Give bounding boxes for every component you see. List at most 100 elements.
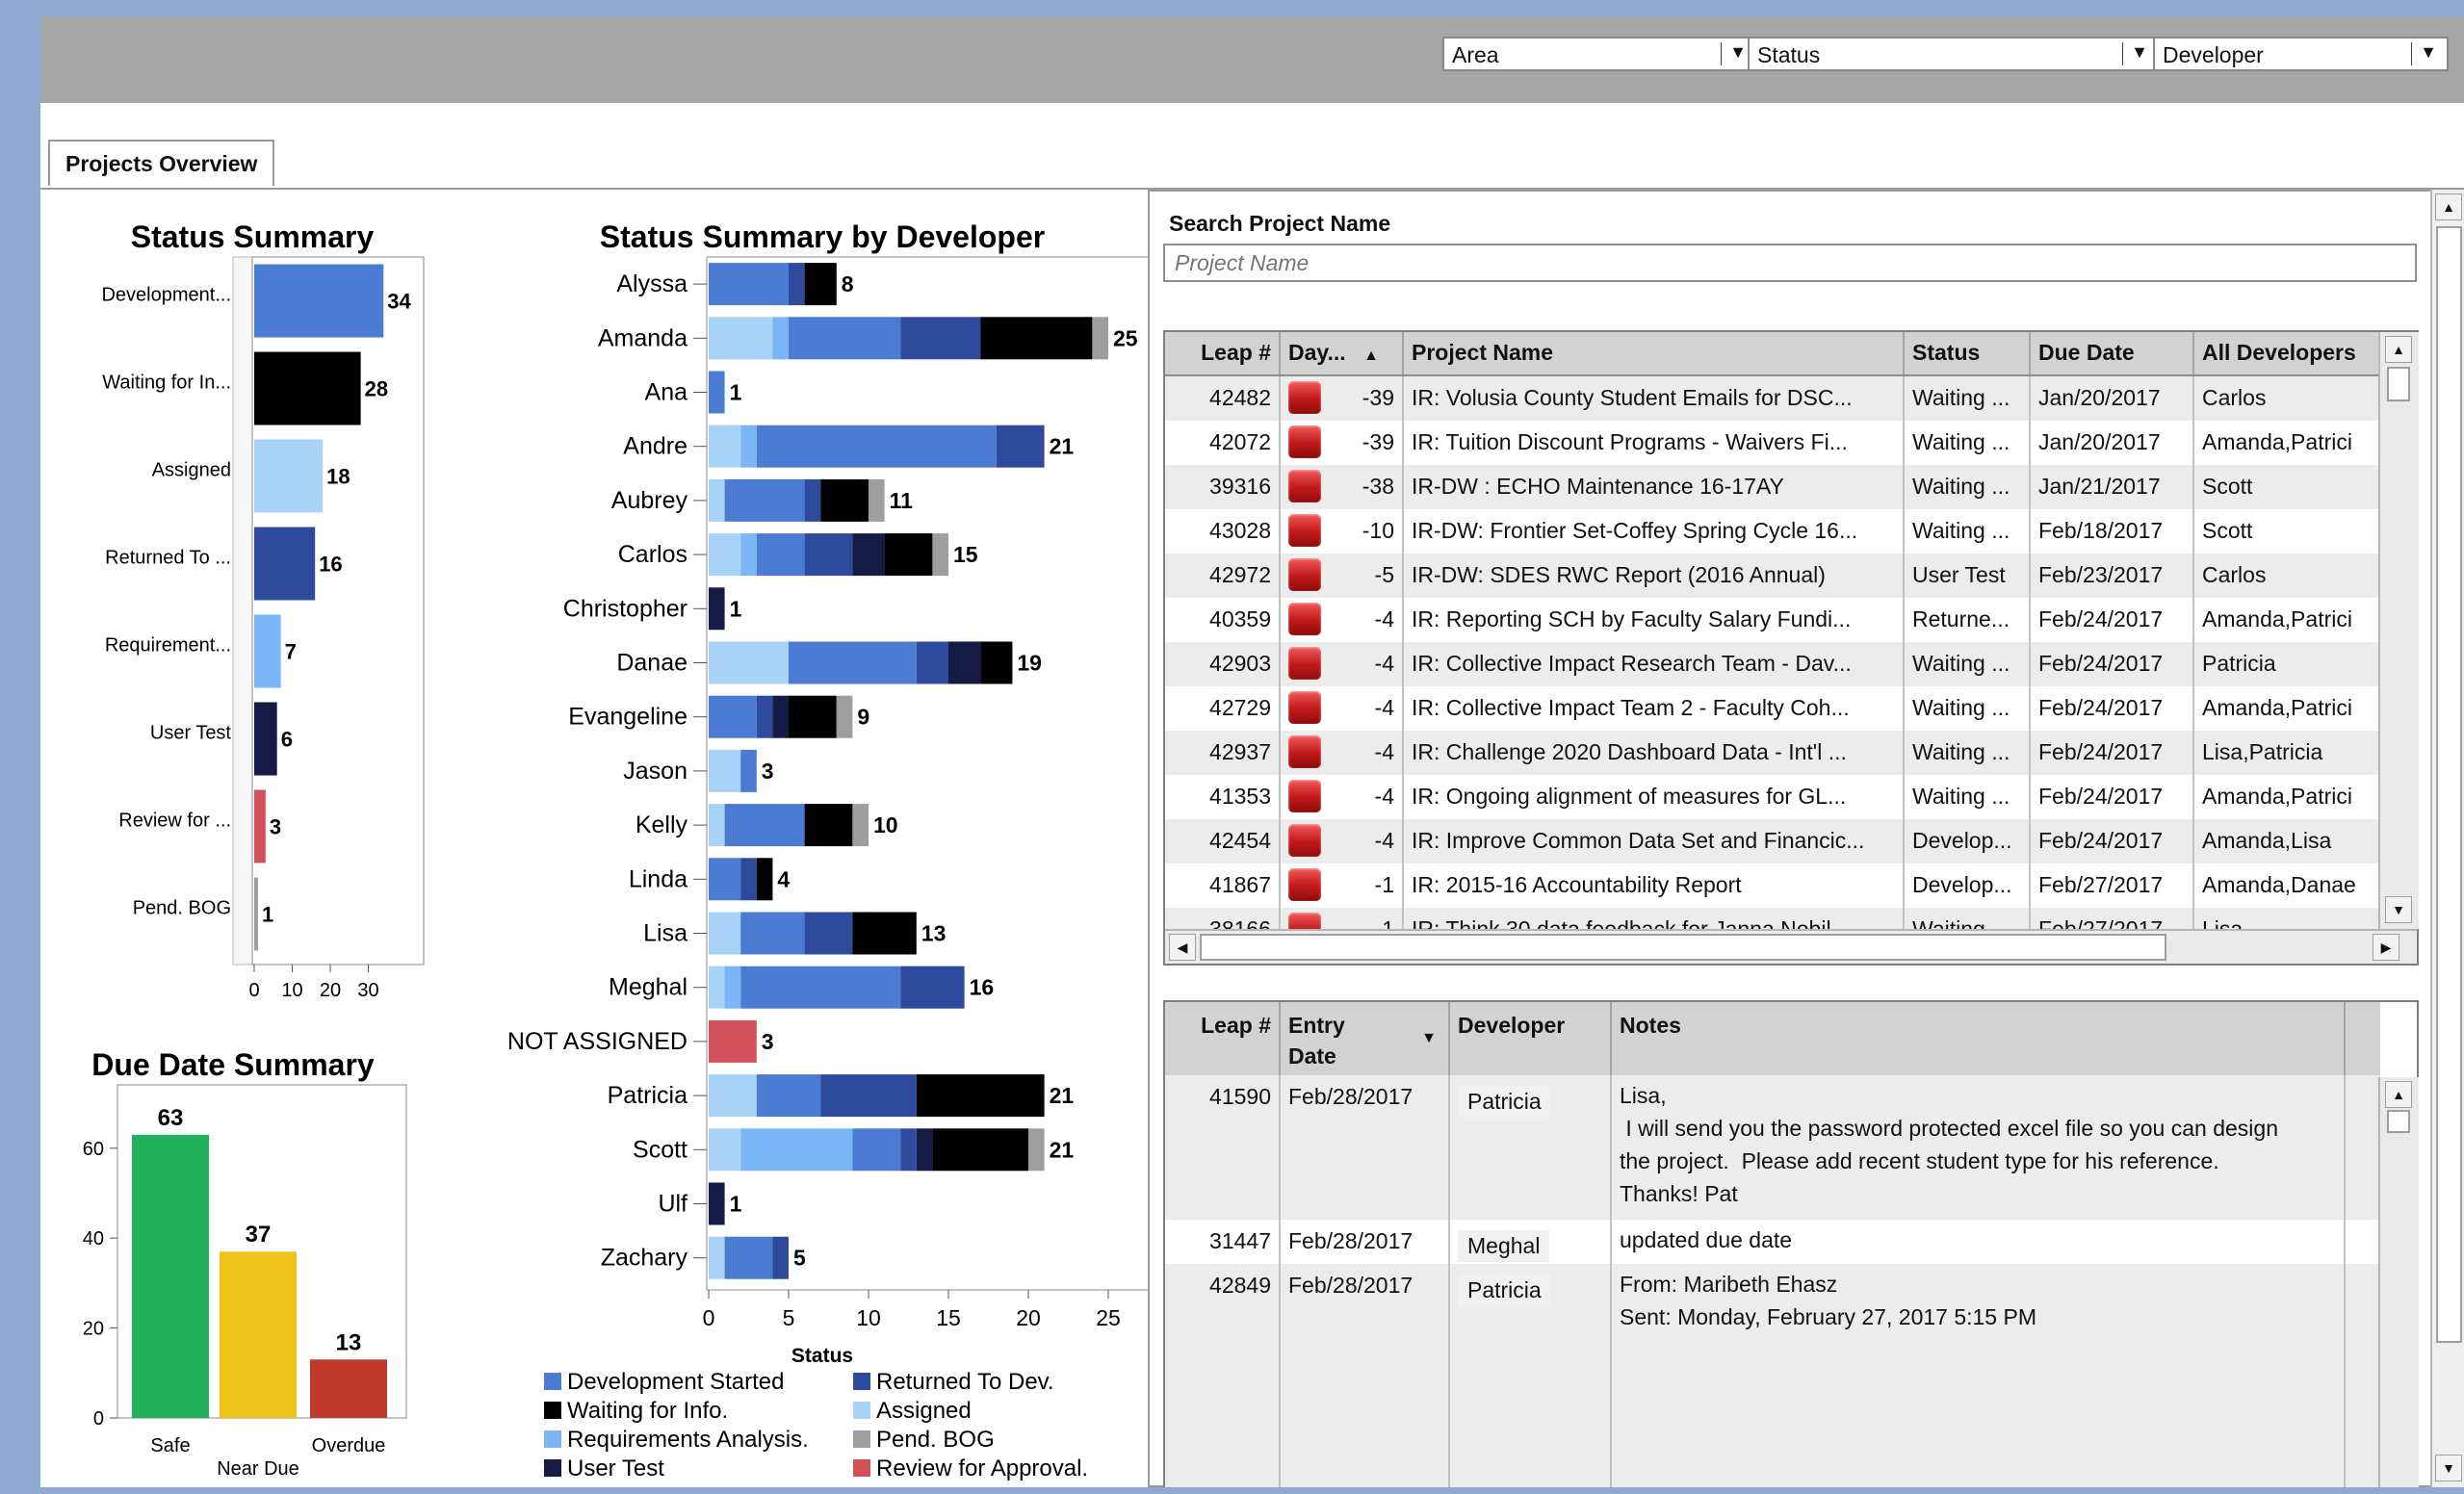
table-row[interactable]: 41590 Feb/28/2017 Patricia Lisa, I will sen… bbox=[1165, 1075, 2380, 1220]
developer-bar-segment[interactable] bbox=[709, 317, 773, 360]
developer-bar-segment[interactable] bbox=[852, 804, 869, 847]
developer-bar-segment[interactable] bbox=[852, 1128, 901, 1172]
developer-bar-segment[interactable] bbox=[756, 533, 805, 577]
projects-column-header[interactable]: Project Name bbox=[1404, 332, 1905, 374]
developer-bar-segment[interactable] bbox=[709, 804, 725, 847]
scroll-up-icon[interactable]: ▲ bbox=[2435, 193, 2462, 220]
projects-vertical-scrollbar[interactable]: ▲ ▼ bbox=[2378, 332, 2419, 929]
scroll-left-icon[interactable]: ◀ bbox=[1169, 934, 1196, 961]
notes-column-header[interactable]: Developer bbox=[1450, 1002, 1612, 1075]
developer-bar-segment[interactable] bbox=[724, 1236, 773, 1279]
developer-bar-segment[interactable] bbox=[804, 533, 853, 577]
area-filter-dropdown[interactable]: Area ▼ bbox=[1442, 37, 1758, 71]
developer-bar-segment[interactable] bbox=[756, 858, 773, 901]
status-bar[interactable] bbox=[254, 614, 281, 688]
developer-bar-segment[interactable] bbox=[740, 533, 757, 577]
developer-bar-segment[interactable] bbox=[948, 641, 981, 684]
developer-bar-segment[interactable] bbox=[772, 1236, 789, 1279]
table-row[interactable]: 40359 -4 IR: Reporting SCH by Faculty Sala… bbox=[1165, 598, 2380, 642]
developer-bar-segment[interactable] bbox=[1092, 317, 1108, 360]
status-bar[interactable] bbox=[254, 351, 361, 425]
status-bar[interactable] bbox=[254, 789, 266, 863]
notes-column-header[interactable]: Notes bbox=[1612, 1002, 2346, 1075]
developer-bar-segment[interactable] bbox=[869, 478, 885, 522]
scroll-right-icon[interactable]: ▶ bbox=[2373, 934, 2399, 961]
developer-bar-segment[interactable] bbox=[709, 858, 741, 901]
developer-bar-segment[interactable] bbox=[709, 749, 741, 792]
developer-bar-segment[interactable] bbox=[932, 533, 948, 577]
projects-hscroll-thumb[interactable] bbox=[1200, 934, 2166, 961]
status-filter-dropdown[interactable]: Status ▼ bbox=[1748, 37, 2160, 71]
developer-filter-dropdown[interactable]: Developer ▼ bbox=[2153, 37, 2449, 71]
projects-column-header[interactable]: Due Date bbox=[2031, 332, 2194, 374]
notes-vertical-scrollbar[interactable]: ▲ bbox=[2378, 1077, 2419, 1487]
developer-bar-segment[interactable] bbox=[756, 1074, 821, 1118]
table-row[interactable]: 42937 -4 IR: Challenge 2020 Dashboard Data… bbox=[1165, 731, 2380, 775]
developer-bar-segment[interactable] bbox=[709, 1019, 757, 1063]
page-scroll-thumb[interactable] bbox=[2436, 226, 2462, 1343]
due-bar[interactable] bbox=[132, 1134, 209, 1418]
developer-bar-segment[interactable] bbox=[900, 1128, 917, 1172]
table-row[interactable]: 43028 -10 IR-DW: Frontier Set-Coffey Sprin… bbox=[1165, 509, 2380, 554]
developer-bar-segment[interactable] bbox=[740, 858, 757, 901]
developer-bar-segment[interactable] bbox=[724, 966, 741, 1009]
tab-projects-overview[interactable]: Projects Overview bbox=[48, 140, 275, 186]
scroll-up-icon[interactable]: ▲ bbox=[2385, 1081, 2412, 1108]
developer-bar-segment[interactable] bbox=[756, 695, 773, 738]
developer-bar-segment[interactable] bbox=[709, 1074, 757, 1118]
projects-column-header[interactable]: All Developers bbox=[2194, 332, 2380, 374]
projects-column-header[interactable]: Leap # bbox=[1165, 332, 1281, 374]
sort-ascending-icon[interactable]: ▲ bbox=[1360, 348, 1379, 364]
developer-bar-segment[interactable] bbox=[756, 425, 997, 468]
table-row[interactable]: 42454 -4 IR: Improve Common Data Set and F… bbox=[1165, 819, 2380, 863]
page-vertical-scrollbar[interactable]: ▲ ▼ bbox=[2430, 190, 2464, 1487]
developer-bar-segment[interactable] bbox=[804, 912, 853, 955]
table-row[interactable]: 42972 -5 IR-DW: SDES RWC Report (2016 Annu… bbox=[1165, 554, 2380, 598]
developer-bar-segment[interactable] bbox=[789, 641, 917, 684]
developer-bar-segment[interactable] bbox=[916, 641, 948, 684]
developer-bar-segment[interactable] bbox=[836, 695, 853, 738]
developer-bar-segment[interactable] bbox=[709, 1182, 725, 1225]
table-row[interactable]: 42072 -39 IR: Tuition Discount Programs - … bbox=[1165, 421, 2380, 465]
status-bar[interactable] bbox=[254, 527, 316, 601]
status-bar[interactable] bbox=[254, 877, 258, 951]
developer-bar-segment[interactable] bbox=[900, 966, 965, 1009]
developer-bar-segment[interactable] bbox=[916, 1128, 933, 1172]
developer-bar-segment[interactable] bbox=[709, 478, 725, 522]
projects-scroll-thumb[interactable] bbox=[2387, 367, 2410, 401]
projects-horizontal-scrollbar[interactable]: ◀ ▶ bbox=[1165, 929, 2417, 964]
developer-bar-segment[interactable] bbox=[884, 533, 933, 577]
due-bar[interactable] bbox=[220, 1251, 297, 1418]
developer-bar-segment[interactable] bbox=[772, 317, 789, 360]
projects-column-header[interactable]: Day... ▲ bbox=[1281, 332, 1404, 374]
scroll-down-icon[interactable]: ▼ bbox=[2435, 1455, 2462, 1481]
developer-bar-segment[interactable] bbox=[724, 804, 805, 847]
status-bar[interactable] bbox=[254, 702, 277, 776]
developer-bar-segment[interactable] bbox=[740, 1128, 853, 1172]
developer-bar-segment[interactable] bbox=[709, 912, 741, 955]
scroll-down-icon[interactable]: ▼ bbox=[2385, 896, 2412, 923]
status-bar[interactable] bbox=[254, 439, 324, 513]
table-row[interactable]: 31447 Feb/28/2017 Meghal updated due date bbox=[1165, 1220, 2380, 1264]
developer-bar-segment[interactable] bbox=[740, 912, 805, 955]
developer-bar-segment[interactable] bbox=[724, 478, 805, 522]
table-row[interactable]: 42482 -39 IR: Volusia County Student Email… bbox=[1165, 376, 2380, 421]
table-row[interactable]: 39316 -38 IR-DW : ECHO Maintenance 16-17AY… bbox=[1165, 465, 2380, 509]
table-row[interactable]: 41353 -4 IR: Ongoing alignment of measures… bbox=[1165, 775, 2380, 819]
table-row[interactable]: 38166 -1 IR: Think 30 data feedback for Ja… bbox=[1165, 908, 2380, 929]
developer-bar-segment[interactable] bbox=[709, 641, 789, 684]
developer-bar-segment[interactable] bbox=[804, 478, 821, 522]
developer-bar-segment[interactable] bbox=[709, 587, 725, 631]
developer-bar-segment[interactable] bbox=[789, 695, 837, 738]
developer-bar-segment[interactable] bbox=[740, 966, 901, 1009]
developer-bar-segment[interactable] bbox=[789, 317, 901, 360]
developer-bar-segment[interactable] bbox=[709, 371, 725, 414]
table-row[interactable]: 42903 -4 IR: Collective Impact Research Te… bbox=[1165, 642, 2380, 686]
table-row[interactable]: 42729 -4 IR: Collective Impact Team 2 - Fa… bbox=[1165, 686, 2380, 731]
developer-bar-segment[interactable] bbox=[852, 533, 885, 577]
notes-column-header[interactable]: Leap # bbox=[1165, 1002, 1281, 1075]
notes-scroll-thumb[interactable] bbox=[2387, 1110, 2410, 1133]
developer-bar-segment[interactable] bbox=[709, 425, 741, 468]
table-row[interactable]: 42849 Feb/28/2017 Patricia From: Maribeth E… bbox=[1165, 1264, 2380, 1487]
developer-bar-segment[interactable] bbox=[709, 533, 741, 577]
